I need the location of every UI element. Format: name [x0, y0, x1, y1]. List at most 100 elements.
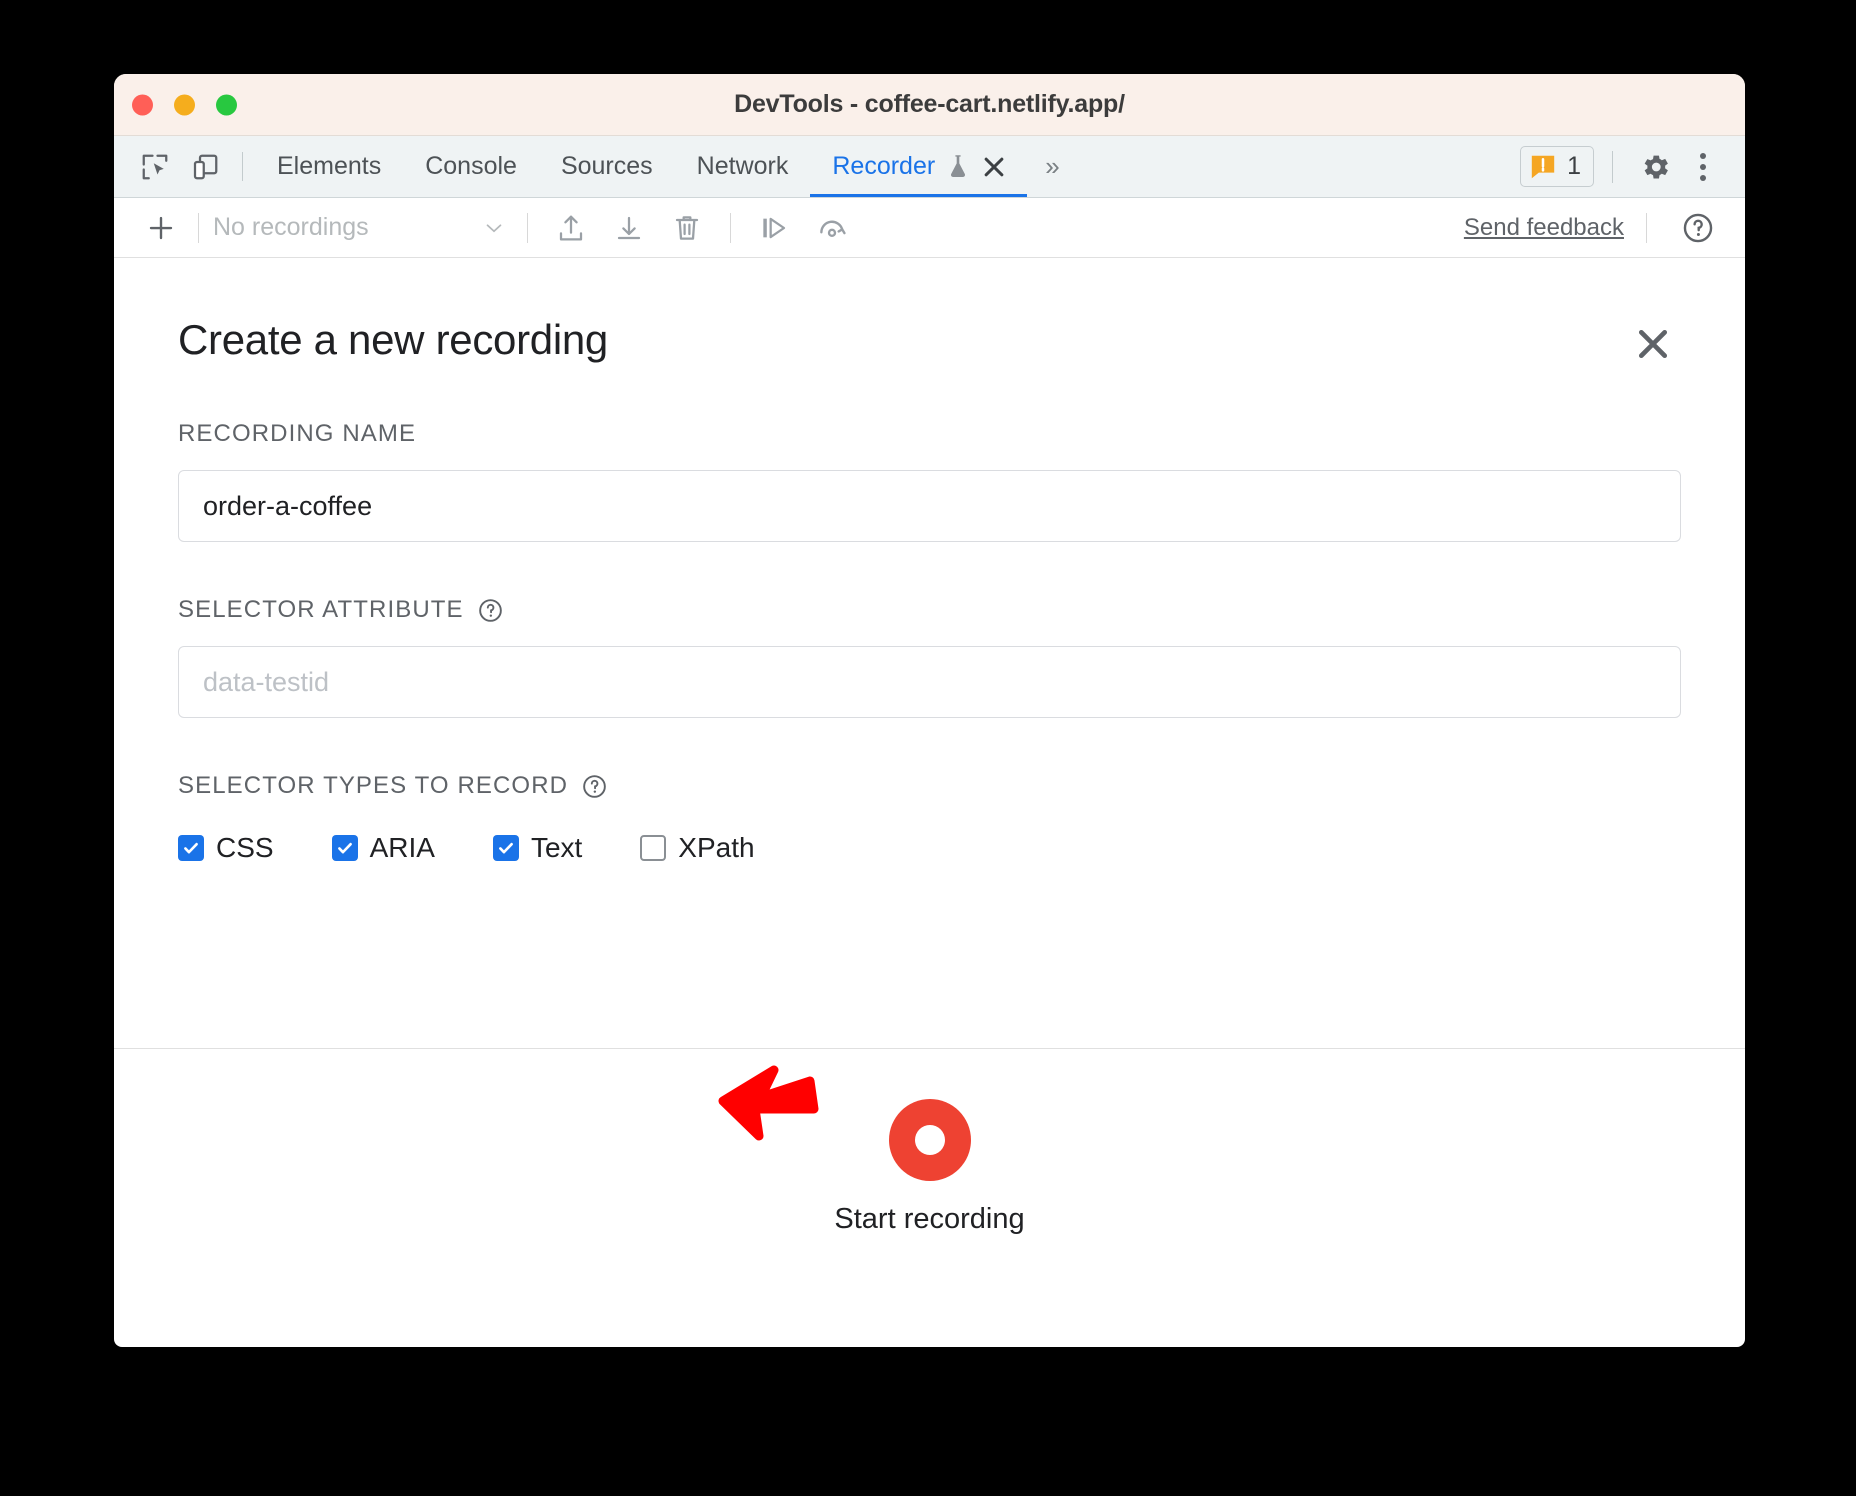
devtools-window: DevTools - coffee-cart.netlify.app/ Elem…	[114, 74, 1745, 1347]
check-icon	[336, 839, 354, 857]
export-icon	[613, 212, 645, 244]
toolbar-divider-3	[730, 213, 731, 243]
device-toolbar-button[interactable]	[180, 136, 230, 197]
selector-types-checkboxes: CSS ARIA Text	[178, 832, 1681, 864]
checkbox-aria-box	[332, 835, 358, 861]
recording-name-label: RECORDING NAME	[178, 420, 1681, 448]
record-icon	[915, 1125, 945, 1155]
tab-recorder[interactable]: Recorder	[810, 136, 1027, 197]
more-options-button[interactable]	[1679, 143, 1727, 191]
chevron-down-icon	[481, 215, 513, 241]
replay-button[interactable]	[745, 205, 803, 251]
tab-console-label: Console	[425, 152, 517, 181]
checkbox-text-label: Text	[531, 832, 582, 864]
toolbar-divider-2	[527, 213, 528, 243]
recorder-toolbar-right: Send feedback	[1464, 205, 1727, 251]
start-recording-footer: Start recording	[114, 1048, 1745, 1286]
checkbox-text[interactable]: Text	[493, 832, 582, 864]
checkbox-css-label: CSS	[216, 832, 274, 864]
window-title: DevTools - coffee-cart.netlify.app/	[114, 90, 1745, 119]
tab-console[interactable]: Console	[403, 136, 539, 197]
selector-attribute-input[interactable]	[178, 646, 1681, 718]
add-recording-button[interactable]	[138, 213, 184, 243]
recordings-select-value: No recordings	[213, 213, 369, 242]
selector-types-label: SELECTOR TYPES TO RECORD	[178, 772, 1681, 800]
minimize-window-button[interactable]	[174, 94, 195, 115]
tab-network[interactable]: Network	[675, 136, 811, 197]
more-tabs-label: »	[1045, 151, 1059, 182]
tab-recorder-label: Recorder	[832, 152, 935, 181]
check-icon	[497, 839, 515, 857]
experiment-flask-icon	[947, 154, 969, 180]
devtools-tabbar: Elements Console Sources Network Recorde…	[114, 136, 1745, 198]
selector-types-help-button[interactable]	[581, 773, 608, 800]
replay-speed-button[interactable]	[803, 205, 861, 251]
recorder-help-button[interactable]	[1669, 205, 1727, 251]
help-circle-icon	[477, 597, 504, 624]
window-controls	[132, 94, 237, 115]
help-circle-icon	[581, 773, 608, 800]
close-panel-button[interactable]	[1631, 322, 1675, 366]
toolbar-divider-1	[198, 213, 199, 243]
checkbox-css[interactable]: CSS	[178, 832, 274, 864]
settings-button[interactable]	[1631, 143, 1679, 191]
selector-types-label-text: SELECTOR TYPES TO RECORD	[178, 772, 568, 800]
selector-attribute-label-text: SELECTOR ATTRIBUTE	[178, 596, 464, 624]
trash-icon	[671, 212, 703, 244]
toolbar-divider-4	[1646, 213, 1647, 243]
tabbar-divider	[242, 152, 243, 181]
checkbox-xpath-label: XPath	[678, 832, 754, 864]
gear-icon	[1638, 150, 1672, 184]
send-feedback-link[interactable]: Send feedback	[1464, 214, 1624, 242]
device-toolbar-icon	[190, 152, 220, 182]
start-recording-button[interactable]	[889, 1099, 971, 1181]
tabbar-actions: 1	[1520, 136, 1745, 197]
selector-types-group: SELECTOR TYPES TO RECORD	[178, 772, 1681, 864]
recording-name-label-text: RECORDING NAME	[178, 420, 416, 448]
warning-icon	[1529, 153, 1557, 181]
three-dots-icon	[1700, 153, 1706, 181]
more-tabs-button[interactable]: »	[1027, 136, 1077, 197]
start-recording-label: Start recording	[834, 1203, 1024, 1236]
checkbox-aria-label: ARIA	[370, 832, 435, 864]
inspect-element-button[interactable]	[130, 136, 180, 197]
tab-elements-label: Elements	[277, 152, 381, 181]
checkbox-css-box	[178, 835, 204, 861]
devtools-tabs: Elements Console Sources Network Recorde…	[255, 136, 1078, 197]
replay-speed-icon	[815, 211, 849, 245]
window-titlebar: DevTools - coffee-cart.netlify.app/	[114, 74, 1745, 136]
close-recorder-tab-button[interactable]	[983, 156, 1005, 178]
recording-name-group: RECORDING NAME	[178, 420, 1681, 542]
checkbox-aria[interactable]: ARIA	[332, 832, 435, 864]
replay-step-icon	[758, 212, 790, 244]
checkbox-xpath-box	[640, 835, 666, 861]
tab-network-label: Network	[697, 152, 789, 181]
delete-recording-button[interactable]	[658, 205, 716, 251]
recording-name-input[interactable]	[178, 470, 1681, 542]
check-icon	[182, 839, 200, 857]
import-recording-button[interactable]	[542, 205, 600, 251]
create-recording-panel: Create a new recording RECORDING NAME SE…	[114, 258, 1745, 1048]
export-recording-button[interactable]	[600, 205, 658, 251]
inspect-element-icon	[140, 152, 170, 182]
selector-attribute-help-button[interactable]	[477, 597, 504, 624]
tab-sources[interactable]: Sources	[539, 136, 675, 197]
close-window-button[interactable]	[132, 94, 153, 115]
close-icon	[1636, 327, 1670, 361]
panel-header: Create a new recording	[178, 316, 1681, 366]
help-circle-icon	[1681, 211, 1715, 245]
checkbox-text-box	[493, 835, 519, 861]
warning-count: 1	[1567, 152, 1581, 181]
tab-elements[interactable]: Elements	[255, 136, 403, 197]
recordings-select[interactable]: No recordings	[213, 213, 513, 242]
recorder-toolbar: No recordings	[114, 198, 1745, 258]
plus-icon	[146, 213, 176, 243]
selector-attribute-label: SELECTOR ATTRIBUTE	[178, 596, 1681, 624]
tabbar-actions-divider	[1612, 151, 1613, 183]
tab-sources-label: Sources	[561, 152, 653, 181]
selector-attribute-group: SELECTOR ATTRIBUTE	[178, 596, 1681, 718]
import-icon	[555, 212, 587, 244]
zoom-window-button[interactable]	[216, 94, 237, 115]
warning-badge[interactable]: 1	[1520, 146, 1594, 187]
checkbox-xpath[interactable]: XPath	[640, 832, 754, 864]
